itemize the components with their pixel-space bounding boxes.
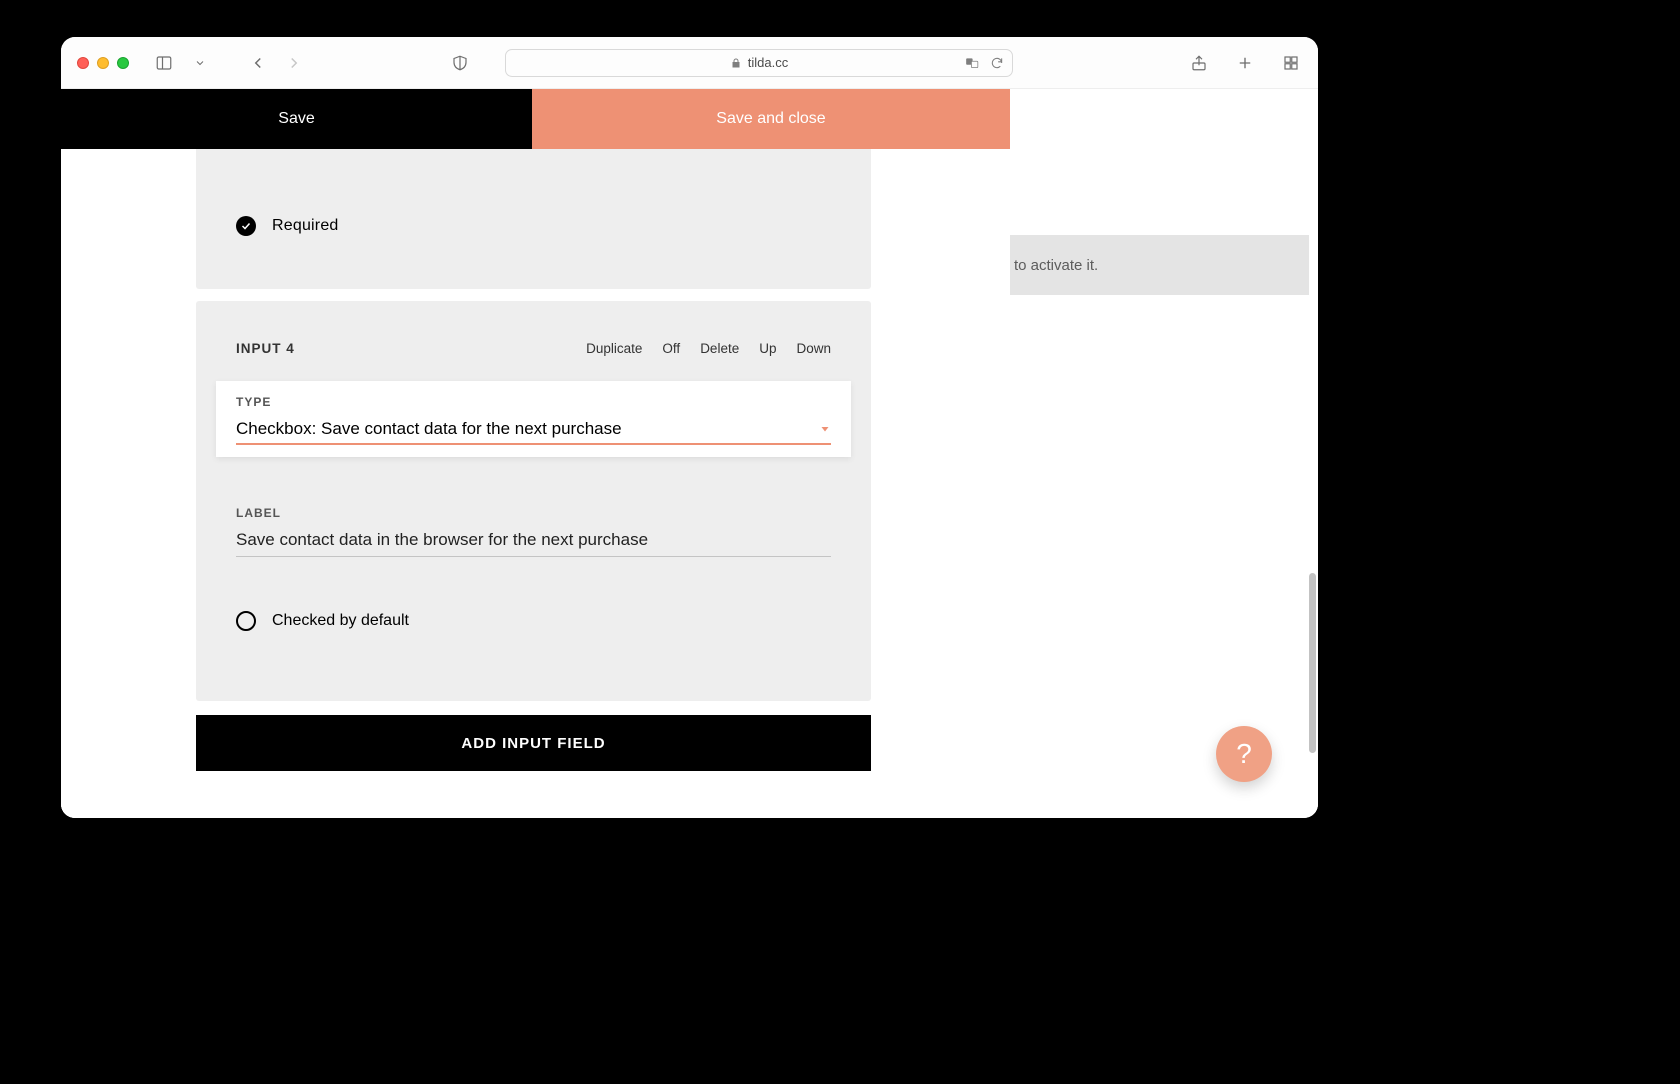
add-input-field-button[interactable]: ADD INPUT FIELD — [196, 715, 871, 771]
checked-by-default-row[interactable]: Checked by default — [236, 611, 409, 631]
stage: tilda.cc — [0, 0, 1680, 1084]
lock-icon — [730, 57, 742, 69]
caret-down-icon — [819, 423, 831, 435]
input-4-header: INPUT 4 Duplicate Off Delete Up Down — [236, 341, 831, 356]
required-label: Required — [272, 217, 339, 235]
delete-action[interactable]: Delete — [700, 341, 739, 356]
address-bar[interactable]: tilda.cc — [505, 49, 1013, 77]
tabs-overview-icon[interactable] — [1280, 52, 1302, 74]
save-button-label: Save — [278, 110, 314, 128]
shield-icon[interactable] — [449, 52, 471, 74]
chrome-right-controls — [1188, 52, 1302, 74]
right-panel: to activate it. — [1010, 89, 1318, 818]
close-window-button[interactable] — [77, 57, 89, 69]
right-hint-text: to activate it. — [1014, 257, 1098, 274]
share-icon[interactable] — [1188, 52, 1210, 74]
viewport: to activate it. Save Save and close — [61, 89, 1318, 818]
editor-body: Required INPUT 4 Duplicate Off Delete — [61, 149, 1010, 818]
chevron-down-icon[interactable] — [189, 52, 211, 74]
minimize-window-button[interactable] — [97, 57, 109, 69]
input-4-card: INPUT 4 Duplicate Off Delete Up Down — [196, 301, 871, 701]
panel-column: Required INPUT 4 Duplicate Off Delete — [196, 149, 871, 818]
type-value: Checkbox: Save contact data for the next… — [236, 419, 622, 439]
window-controls — [77, 57, 129, 69]
right-hint-row: to activate it. — [1010, 235, 1309, 295]
label-input[interactable] — [236, 520, 831, 557]
type-select[interactable]: Checkbox: Save contact data for the next… — [236, 419, 831, 445]
scrollbar-thumb[interactable] — [1309, 573, 1316, 753]
checked-by-default-label: Checked by default — [272, 612, 409, 630]
type-block: TYPE Checkbox: Save contact data for the… — [216, 381, 851, 457]
off-action[interactable]: Off — [662, 341, 680, 356]
input-4-title: INPUT 4 — [236, 341, 586, 356]
required-toggle-row[interactable]: Required — [236, 216, 339, 236]
reload-icon[interactable] — [990, 56, 1004, 70]
translate-icon[interactable] — [964, 56, 980, 70]
editor-panel: Save Save and close — [61, 89, 1010, 818]
save-and-close-label: Save and close — [716, 110, 825, 128]
radio-empty-icon — [236, 611, 256, 631]
editor-separator — [891, 149, 892, 818]
help-icon: ? — [1236, 738, 1252, 770]
up-action[interactable]: Up — [759, 341, 776, 356]
down-action[interactable]: Down — [796, 341, 831, 356]
browser-window: tilda.cc — [61, 37, 1318, 818]
save-button[interactable]: Save — [61, 89, 532, 149]
duplicate-action[interactable]: Duplicate — [586, 341, 642, 356]
save-and-close-button[interactable]: Save and close — [532, 89, 1010, 149]
input-4-actions: Duplicate Off Delete Up Down — [586, 341, 831, 356]
forward-button — [283, 52, 305, 74]
input-3-card-partial: Required — [196, 149, 871, 289]
check-circle-icon — [236, 216, 256, 236]
new-tab-icon[interactable] — [1234, 52, 1256, 74]
label-block: LABEL — [236, 506, 831, 557]
add-input-field-label: ADD INPUT FIELD — [461, 735, 605, 752]
label-label: LABEL — [236, 506, 831, 520]
fullscreen-window-button[interactable] — [117, 57, 129, 69]
help-button[interactable]: ? — [1216, 726, 1272, 782]
sidebar-toggle-icon[interactable] — [153, 52, 175, 74]
browser-toolbar: tilda.cc — [61, 37, 1318, 89]
back-button[interactable] — [247, 52, 269, 74]
address-text: tilda.cc — [748, 55, 788, 70]
type-label: TYPE — [236, 395, 831, 409]
editor-header: Save Save and close — [61, 89, 1010, 149]
